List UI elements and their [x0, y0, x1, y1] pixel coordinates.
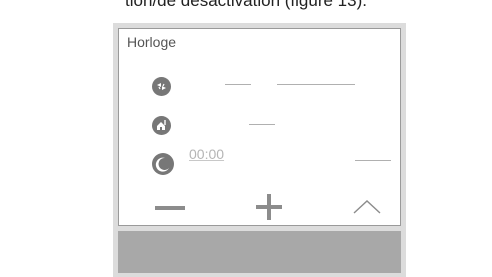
bottom-bar [118, 231, 401, 273]
plus-button[interactable] [256, 194, 282, 225]
plus-icon [256, 194, 282, 220]
moon-icon[interactable] [152, 153, 174, 175]
up-button[interactable] [353, 200, 381, 219]
row2-value [249, 124, 275, 125]
clock-screen: Horloge 00:00 [118, 28, 401, 226]
time-display[interactable]: 00:00 [189, 146, 224, 162]
row1-value-long [277, 84, 355, 85]
comfort-mode-icon[interactable] [152, 77, 171, 96]
minus-icon [155, 206, 185, 210]
row3-value [355, 160, 391, 161]
screen-title: Horloge [127, 34, 177, 50]
reduced-mode-icon[interactable] [152, 116, 171, 135]
caption-text: tion/de désactivation (figure 13). [125, 0, 367, 10]
chevron-up-icon [353, 200, 381, 214]
row1-value-short [225, 84, 251, 85]
minus-button[interactable] [155, 201, 185, 219]
